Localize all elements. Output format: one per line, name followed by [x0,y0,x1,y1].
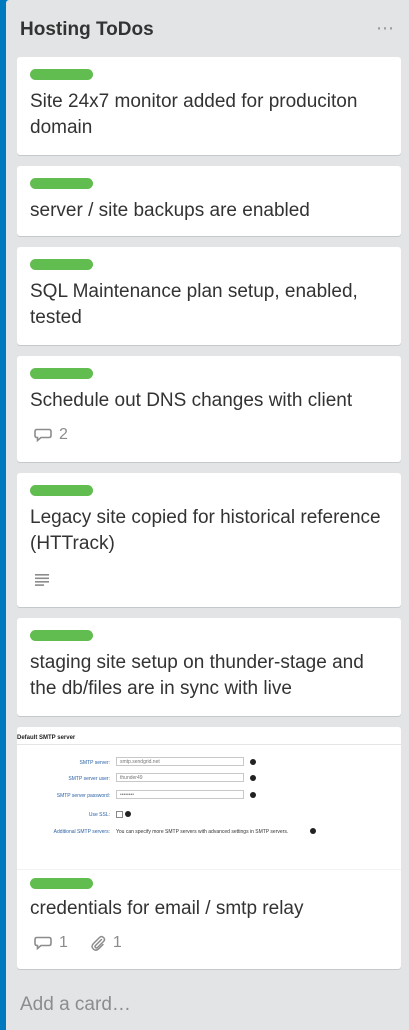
cover-field-value: •••••••• [116,790,244,799]
cover-field-label: SMTP server: [79,760,110,766]
card-title: server / site backups are enabled [30,200,310,221]
cover-note: You can specify more SMTP servers with a… [116,829,289,835]
card-title: credentials for email / smtp relay [30,898,304,919]
cover-field-value: thunder49 [116,773,244,782]
info-icon [310,828,316,834]
checkbox-icon [116,811,123,818]
list-header: Hosting ToDos ⋯ [6,0,409,56]
green-label [30,368,93,379]
comment-count: 2 [59,426,68,443]
card-staging-site[interactable]: staging site setup on thunder-stage and … [17,618,401,716]
description-icon [35,574,49,586]
cover-field-value: smtp.sendgrid.net [116,757,244,766]
cover-row-use-ssl: Use SSL: [17,809,401,821]
card-dns-changes[interactable]: Schedule out DNS changes with client 2 [17,356,401,462]
comment-icon [34,936,52,950]
description-badge [34,572,57,586]
green-label [30,69,93,80]
cover-heading: Default SMTP server [17,735,76,741]
cover-row-smtp-user: SMTP server user: thunder49 [17,773,401,785]
card-smtp-credentials[interactable]: Default SMTP server SMTP server: smtp.se… [17,727,401,969]
card-badges: 2 [34,424,90,446]
green-label [30,259,93,270]
comments-badge: 2 [34,426,68,444]
info-icon [125,811,131,817]
comment-icon [34,428,52,442]
green-label [30,630,93,641]
card-site-monitor[interactable]: Site 24x7 monitor added for produciton d… [17,57,401,155]
attachments-badge: 1 [90,934,122,952]
green-label [30,485,93,496]
cover-field-label: Additional SMTP servers: [53,829,110,835]
cover-row-additional-servers: Additional SMTP servers: You can specify… [17,826,401,838]
info-icon [250,775,256,781]
card-badges: 1 1 [34,932,144,954]
card-title: staging site setup on thunder-stage and … [30,652,364,699]
card-badges [34,568,79,590]
list-title[interactable]: Hosting ToDos [20,19,154,41]
paperclip-icon [91,935,106,951]
card-title: Site 24x7 monitor added for produciton d… [30,91,358,138]
cover-divider [17,744,401,745]
add-card-button[interactable]: Add a card… [20,994,131,1016]
info-icon [250,792,256,798]
todo-list: Hosting ToDos ⋯ Site 24x7 monitor added … [6,0,409,1030]
green-label [30,178,93,189]
info-icon [250,759,256,765]
card-legacy-site[interactable]: Legacy site copied for historical refere… [17,473,401,607]
cover-field-label: SMTP server user: [68,776,110,782]
cover-row-smtp-server: SMTP server: smtp.sendgrid.net [17,757,401,769]
card-title: Schedule out DNS changes with client [30,390,353,411]
card-cover-image: Default SMTP server SMTP server: smtp.se… [17,727,401,870]
attachment-count: 1 [112,934,122,951]
card-title: SQL Maintenance plan setup, enabled, tes… [30,281,358,328]
cover-field-label: SMTP server password: [56,793,110,799]
green-label [30,878,93,889]
card-title: Legacy site copied for historical refere… [30,507,381,554]
comment-count: 1 [59,934,68,951]
card-backups[interactable]: server / site backups are enabled [17,166,401,236]
cover-row-smtp-password: SMTP server password: •••••••• [17,790,401,802]
card-sql-maintenance[interactable]: SQL Maintenance plan setup, enabled, tes… [17,247,401,345]
cover-field-label: Use SSL: [88,812,110,818]
comments-badge: 1 [34,934,68,952]
list-menu-icon[interactable]: ⋯ [376,18,395,39]
